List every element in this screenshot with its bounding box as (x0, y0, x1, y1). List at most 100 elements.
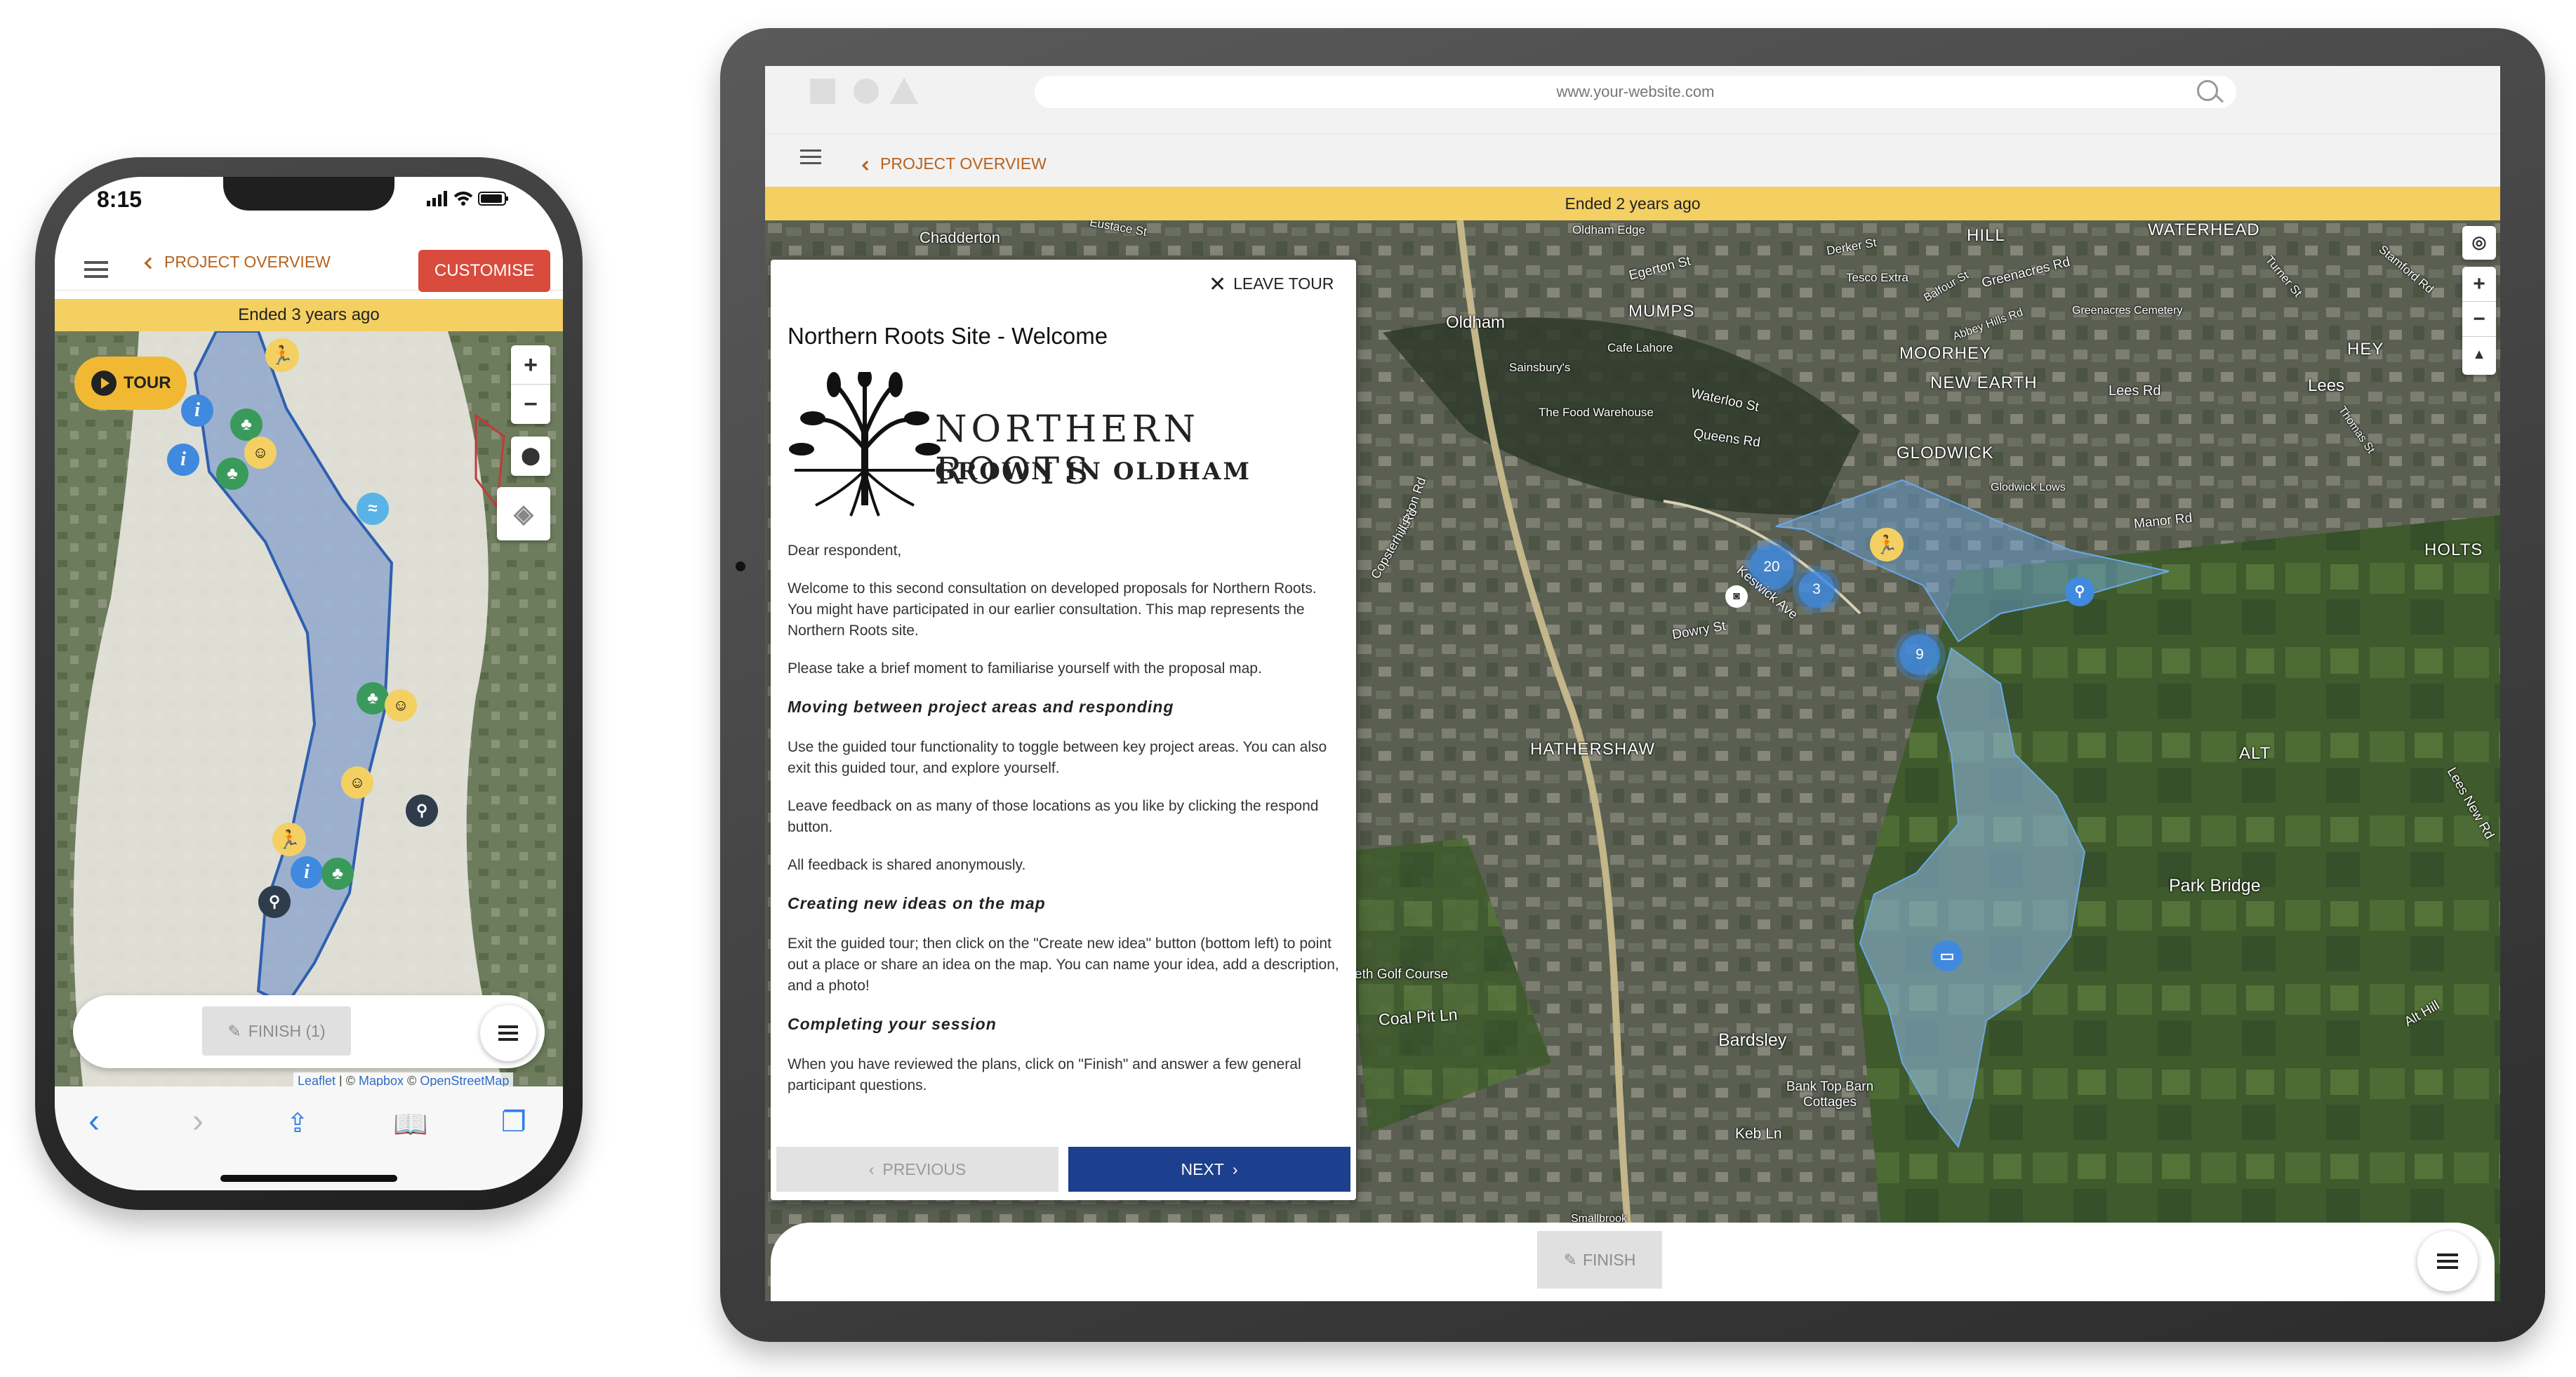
finish-label: FINISH (1) (248, 1022, 326, 1040)
zoom-in-button[interactable]: + (2462, 267, 2496, 302)
map-label: Bardsley (1718, 1030, 1787, 1050)
location-pin-icon[interactable]: ⬤ (511, 437, 550, 476)
cluster-marker[interactable]: 3 (1798, 571, 1835, 608)
info-marker-icon[interactable]: i (181, 394, 213, 427)
bike-marker-icon[interactable]: ⚲ (2065, 577, 2094, 606)
url-bar[interactable]: www.your-website.com (1035, 76, 2236, 108)
paragraph: Leave feedback on as many of those locat… (788, 798, 1319, 835)
tree-marker-icon[interactable]: ♣ (216, 458, 248, 490)
activity-marker-icon[interactable]: 🏃 (265, 338, 299, 372)
zoom-out-button[interactable]: − (2462, 302, 2496, 337)
tour-panel: ✕ LEAVE TOUR Northern Roots Site - Welcom… (771, 260, 1356, 1200)
map-label: HOLTS (2424, 540, 2483, 559)
layers-icon[interactable]: ◈ (497, 487, 550, 540)
phone-map[interactable]: 🏃 i ♣ i ♣ ☺ ≈ ♣ ☺ ☺ ⚲ 🏃 i ♣ ⚲ + − ⬤ ◈ (55, 331, 563, 1086)
paragraph: Use the guided tour functionality to tog… (788, 739, 1327, 776)
section-heading: Completing your session (788, 1015, 997, 1033)
finish-label: FINISH (1582, 1251, 1636, 1269)
paragraph: Please take a brief moment to familiaris… (788, 660, 1262, 677)
attribution-separator: © (404, 1074, 420, 1088)
section-heading: Moving between project areas and respond… (788, 698, 1174, 716)
comment-marker-icon[interactable]: ▭ (1932, 940, 1963, 971)
map-label: Lees Rd (2109, 383, 2161, 399)
menu-icon[interactable] (84, 268, 108, 271)
map-label: The Food Warehouse (1539, 406, 1654, 419)
chevron-left-icon (144, 257, 157, 270)
leave-tour-button[interactable]: ✕ LEAVE TOUR (1209, 272, 1334, 297)
map-label: Sainsbury's (1509, 361, 1571, 374)
map-label: Oldham Edge (1572, 223, 1645, 237)
back-label: PROJECT OVERVIEW (880, 154, 1047, 173)
share-icon[interactable]: ⇪ (286, 1107, 309, 1139)
map-label: Chadderton (919, 229, 1000, 246)
family-marker-icon[interactable]: ☺ (244, 437, 277, 469)
tabs-icon[interactable]: ❐ (501, 1106, 526, 1138)
family-marker-icon[interactable]: ☺ (385, 689, 417, 721)
list-menu-button[interactable] (480, 1005, 536, 1061)
next-label: NEXT (1181, 1160, 1224, 1178)
mapbox-link[interactable]: Mapbox (359, 1074, 404, 1088)
map-label: HEY (2347, 340, 2384, 359)
tour-button[interactable]: TOUR (74, 357, 187, 410)
tree-marker-icon[interactable]: ♣ (321, 858, 354, 890)
map-label: Glodwick Lows (1991, 481, 2066, 493)
next-button[interactable]: NEXT › (1068, 1147, 1350, 1192)
pencil-icon: ✎ (227, 1022, 241, 1040)
search-icon[interactable] (2197, 80, 2218, 101)
zoom-out-button[interactable]: − (511, 385, 550, 424)
play-icon (91, 371, 117, 396)
map-label: Park Bridge (2169, 876, 2261, 896)
tablet-screen: www.your-website.com PROJECT OVERVIEW En… (765, 66, 2500, 1301)
paragraph: Welcome to this second consultation on d… (788, 580, 1317, 639)
triangle-icon (890, 77, 918, 104)
customise-button[interactable]: CUSTOMISE (418, 250, 550, 292)
signal-wifi-battery-icon (427, 191, 508, 206)
attribution-separator: | © (336, 1074, 359, 1088)
project-overview-link[interactable]: PROJECT OVERVIEW (144, 253, 331, 272)
phone-map-imagery (55, 331, 563, 1086)
bike-marker-icon[interactable]: ⚲ (258, 886, 291, 918)
bookmarks-icon[interactable]: 📖 (393, 1107, 428, 1140)
map-label: Cafe Lahore (1607, 341, 1673, 354)
previous-button[interactable]: ‹ PREVIOUS (776, 1147, 1058, 1192)
tree-marker-icon[interactable]: ♣ (357, 682, 389, 714)
tablet-camera (736, 561, 745, 571)
list-menu-button[interactable] (2417, 1231, 2478, 1291)
map-label: Lees (2308, 376, 2345, 395)
osm-link[interactable]: OpenStreetMap (420, 1074, 509, 1088)
family-marker-icon[interactable]: ☺ (341, 766, 373, 799)
paragraph: When you have reviewed the plans, click … (788, 1056, 1301, 1093)
info-marker-icon[interactable]: i (167, 444, 199, 476)
finish-button[interactable]: ✎ FINISH (1) (202, 1006, 351, 1056)
cluster-marker[interactable]: 9 (1899, 634, 1940, 675)
info-marker-icon[interactable]: i (291, 856, 323, 889)
browser-bar: www.your-website.com (765, 66, 2500, 133)
bike-marker-icon[interactable]: ⚲ (406, 794, 438, 827)
map-label: HILL (1967, 226, 2005, 245)
project-overview-link[interactable]: PROJECT OVERVIEW (861, 154, 1047, 173)
locate-icon[interactable]: ◎ (2462, 226, 2496, 260)
map-label: WATERHEAD (2148, 220, 2260, 239)
finish-button[interactable]: ✎ FINISH (1537, 1231, 1662, 1289)
map-label: Tesco Extra (1846, 271, 1908, 284)
tree-marker-icon[interactable]: ♣ (230, 408, 263, 441)
compass-icon[interactable]: ▲ (2462, 337, 2496, 372)
northern-roots-logo: NORTHERN ROOTS GROWN IN OLDHAM (788, 372, 1321, 519)
menu-icon[interactable] (800, 156, 821, 158)
water-marker-icon[interactable]: ≈ (357, 493, 389, 525)
paragraph: All feedback is shared anonymously. (788, 857, 1026, 873)
back-label: PROJECT OVERVIEW (164, 253, 331, 271)
camera-marker-icon[interactable]: ◙ (1725, 585, 1748, 608)
leaflet-link[interactable]: Leaflet (298, 1074, 336, 1088)
back-icon[interactable]: ‹ (88, 1102, 100, 1140)
status-icons (427, 188, 511, 213)
map-label: GLODWICK (1897, 444, 1994, 463)
close-icon: ✕ (1209, 273, 1227, 296)
activity-marker-icon[interactable]: 🏃 (272, 823, 306, 856)
chevron-left-icon (861, 160, 872, 171)
zoom-in-button[interactable]: + (511, 345, 550, 385)
map-label: HATHERSHAW (1530, 740, 1655, 759)
forward-icon[interactable]: › (192, 1102, 204, 1140)
map-label: Greenacres Cemetery (2072, 305, 2183, 317)
activity-marker-icon[interactable]: 🏃 (1870, 528, 1904, 561)
